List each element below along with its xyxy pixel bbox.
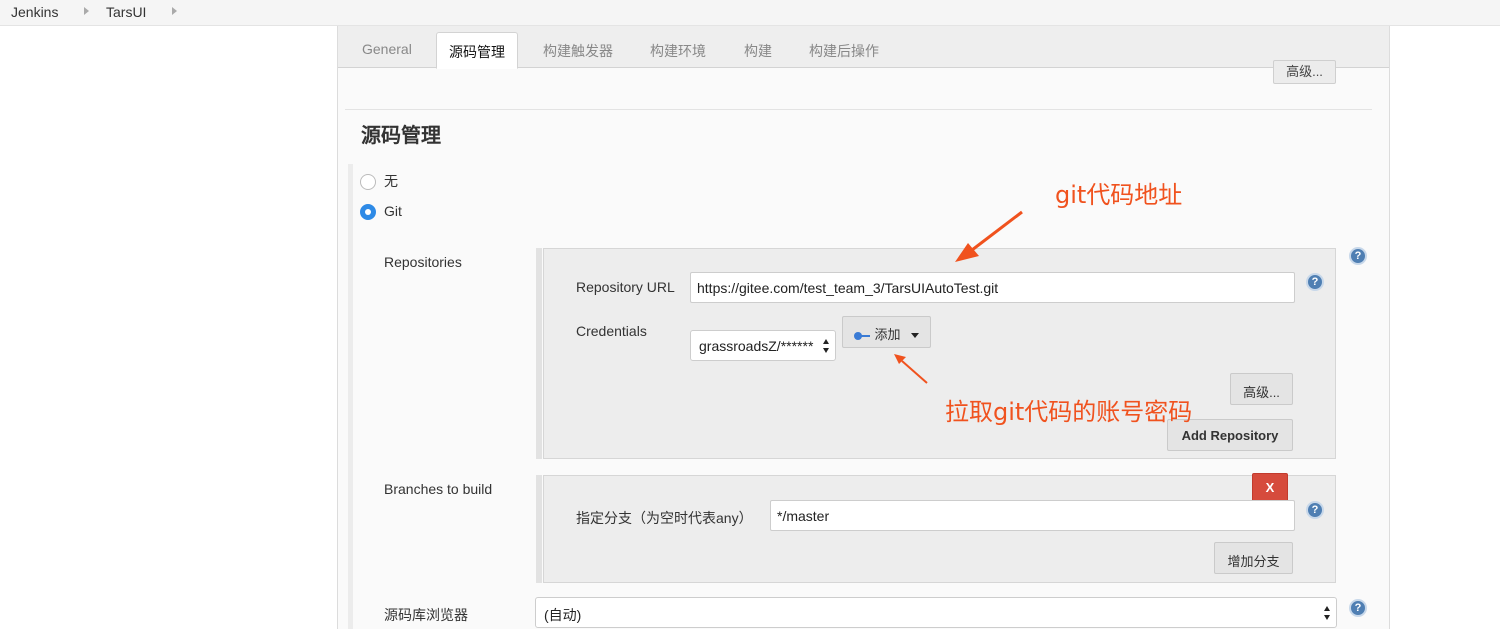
config-panel: General 源码管理 构建触发器 构建环境 构建 构建后操作 高级... 源… bbox=[337, 26, 1390, 629]
help-icon[interactable]: ? bbox=[1306, 501, 1324, 519]
credentials-select[interactable]: grassroadsZ/****** bbox=[690, 330, 836, 361]
tab-scm[interactable]: 源码管理 bbox=[436, 32, 518, 69]
credentials-value: grassroadsZ/****** bbox=[699, 338, 814, 354]
scm-option-git[interactable]: Git bbox=[360, 203, 402, 221]
help-icon[interactable]: ? bbox=[1349, 599, 1367, 617]
repository-url-input[interactable]: https://gitee.com/test_team_3/TarsUIAuto… bbox=[690, 272, 1295, 303]
tab-build[interactable]: 构建 bbox=[732, 32, 784, 68]
repository-url-label: Repository URL bbox=[576, 279, 675, 295]
delete-branch-button[interactable]: X bbox=[1252, 473, 1288, 502]
scm-git-label: Git bbox=[384, 203, 402, 219]
tab-bar: General 源码管理 构建触发器 构建环境 构建 构建后操作 bbox=[338, 26, 1389, 69]
key-icon bbox=[854, 331, 871, 340]
help-icon[interactable]: ? bbox=[1306, 273, 1324, 291]
branch-specifier-label: 指定分支（为空时代表any） bbox=[576, 510, 753, 526]
select-arrows-icon bbox=[823, 339, 830, 353]
tab-post-build[interactable]: 构建后操作 bbox=[797, 32, 891, 68]
credentials-label: Credentials bbox=[576, 323, 647, 339]
scm-option-none[interactable]: 无 bbox=[360, 171, 398, 191]
repository-advanced-button[interactable]: 高级... bbox=[1230, 373, 1293, 405]
add-credentials-label: 添加 bbox=[874, 327, 901, 342]
branch-specifier-input[interactable]: */master bbox=[770, 500, 1295, 531]
branches-label: Branches to build bbox=[384, 481, 493, 497]
breadcrumb-jenkins[interactable]: Jenkins bbox=[11, 4, 58, 20]
repo-browser-select[interactable]: (自动) bbox=[535, 597, 1337, 628]
scm-none-label: 无 bbox=[384, 173, 398, 189]
add-credentials-button[interactable]: 添加 bbox=[842, 316, 931, 348]
chevron-right-icon bbox=[172, 7, 177, 15]
tab-build-triggers[interactable]: 构建触发器 bbox=[531, 32, 625, 68]
tab-general[interactable]: General bbox=[350, 32, 424, 68]
advanced-button-top[interactable]: 高级... bbox=[1273, 60, 1336, 84]
divider bbox=[345, 109, 1372, 110]
add-branch-button[interactable]: 增加分支 bbox=[1214, 542, 1293, 574]
repo-browser-label: 源码库浏览器 bbox=[384, 607, 468, 623]
radio-none[interactable] bbox=[360, 174, 376, 191]
section-title: 源码管理 bbox=[361, 125, 441, 147]
select-arrows-icon bbox=[1324, 606, 1331, 620]
repositories-box: Repository URL https://gitee.com/test_te… bbox=[536, 248, 1336, 459]
radio-git[interactable] bbox=[360, 204, 376, 221]
help-icon[interactable]: ? bbox=[1349, 247, 1367, 265]
annotation-git-url: git代码地址 bbox=[1055, 181, 1183, 209]
breadcrumb-tarsui[interactable]: TarsUI bbox=[106, 4, 146, 20]
annotation-credentials: 拉取git代码的账号密码 bbox=[945, 398, 1193, 426]
repositories-label: Repositories bbox=[384, 254, 462, 270]
chevron-right-icon bbox=[84, 7, 89, 15]
section-indent-bar bbox=[348, 164, 353, 629]
chevron-down-icon bbox=[910, 333, 919, 339]
breadcrumb: Jenkins TarsUI bbox=[0, 0, 1500, 26]
tab-build-environment[interactable]: 构建环境 bbox=[638, 32, 718, 68]
repo-browser-value: (自动) bbox=[544, 607, 582, 623]
branches-box: X 指定分支（为空时代表any） */master 增加分支 bbox=[536, 473, 1336, 583]
